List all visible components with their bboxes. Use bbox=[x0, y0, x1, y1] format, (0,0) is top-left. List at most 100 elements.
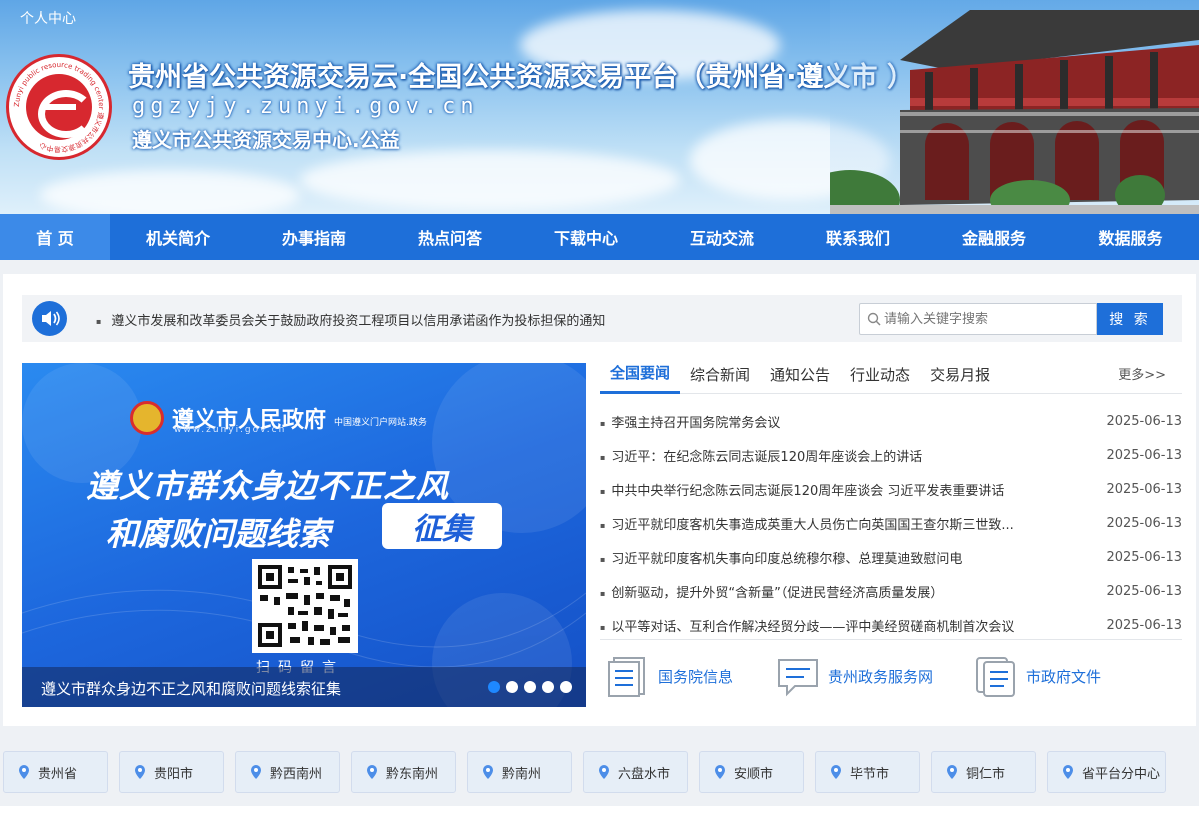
list-item[interactable]: 李强主持召开国务院常务会议 2025-06-13 bbox=[600, 404, 1182, 438]
national-emblem-icon bbox=[130, 401, 164, 435]
search-icon bbox=[867, 312, 881, 326]
gov-url: www.zunyi.gov.cn bbox=[174, 425, 287, 435]
files-icon bbox=[976, 657, 1015, 697]
list-item[interactable]: 中共中央举行纪念陈云同志诞辰120周年座谈会 习近平发表重要讲话 2025-06… bbox=[600, 472, 1182, 506]
carousel-dot[interactable] bbox=[488, 681, 500, 693]
location-pin-icon bbox=[367, 765, 377, 779]
personal-center-link[interactable]: 个人中心 bbox=[20, 8, 76, 28]
quick-link-state-council[interactable]: 国务院信息 bbox=[606, 654, 733, 698]
region-qianxinan[interactable]: 黔西南州 bbox=[235, 751, 340, 793]
nav-item-guide[interactable]: 办事指南 bbox=[246, 214, 382, 260]
list-item[interactable]: 以平等对话、互利合作解决经贸分歧——评中美经贸磋商机制首次会议 2025-06-… bbox=[600, 608, 1182, 642]
more-link[interactable]: 更多>> bbox=[1118, 364, 1166, 383]
news-title[interactable]: 习近平：在纪念陈云同志诞辰120周年座谈会上的讲话 bbox=[600, 446, 922, 465]
carousel-dots bbox=[488, 681, 572, 693]
location-pin-icon bbox=[831, 765, 841, 779]
region-qiandongnan[interactable]: 黔东南州 bbox=[351, 751, 456, 793]
tab-industry[interactable]: 行业动态 bbox=[840, 354, 920, 394]
region-qiannan[interactable]: 黔南州 bbox=[467, 751, 572, 793]
region-label: 黔西南州 bbox=[270, 766, 323, 782]
cloud-decoration bbox=[40, 170, 300, 214]
news-date: 2025-06-13 bbox=[1106, 447, 1182, 463]
region-bijie[interactable]: 毕节市 bbox=[815, 751, 920, 793]
region-anshun[interactable]: 安顺市 bbox=[699, 751, 804, 793]
carousel-dot[interactable] bbox=[542, 681, 554, 693]
tab-general-news[interactable]: 综合新闻 bbox=[680, 354, 760, 394]
main-panel: 遵义市发展和改革委员会关于鼓励政府投资工程项目以信用承诺函作为投标担保的通知 搜… bbox=[3, 274, 1196, 726]
location-pin-icon bbox=[947, 765, 957, 779]
location-pin-icon bbox=[19, 765, 29, 779]
region-liupanshui[interactable]: 六盘水市 bbox=[583, 751, 688, 793]
region-label: 铜仁市 bbox=[966, 766, 1006, 782]
banner-caption[interactable]: 遵义市群众身边不正之风和腐败问题线索征集 bbox=[41, 678, 341, 699]
list-item[interactable]: 创新驱动，提升外贸“含新量”（促进民营经济高质量发展） 2025-06-13 bbox=[600, 574, 1182, 608]
divider bbox=[600, 639, 1182, 640]
news-title[interactable]: 习近平就印度客机失事造成英重大人员伤亡向英国国王查尔斯三世致... bbox=[600, 514, 1013, 533]
news-panel: 全国要闻 综合新闻 通知公告 行业动态 交易月报 更多>> 李强主持召开国务院常… bbox=[600, 354, 1182, 644]
tab-national-news[interactable]: 全国要闻 bbox=[600, 354, 681, 394]
region-provincial-branch[interactable]: 省平台分中心 bbox=[1047, 751, 1166, 793]
notice-bar: 遵义市发展和改革委员会关于鼓励政府投资工程项目以信用承诺函作为投标担保的通知 搜… bbox=[22, 295, 1182, 342]
region-links: 贵州省 贵阳市 黔西南州 黔东南州 黔南州 六盘水市 安顺市 毕节市 铜仁市 省… bbox=[3, 751, 1196, 793]
svg-text:Zunyi public resource trading: Zunyi public resource trading center 遵义市… bbox=[13, 61, 106, 154]
nav-item-home[interactable]: 首 页 bbox=[0, 214, 110, 260]
location-pin-icon bbox=[251, 765, 261, 779]
quick-link-gov-service[interactable]: 贵州政务服务网 bbox=[776, 654, 933, 698]
region-label: 贵阳市 bbox=[154, 766, 194, 782]
news-date: 2025-06-13 bbox=[1106, 413, 1182, 429]
banner-caption-bar: 遵义市群众身边不正之风和腐败问题线索征集 bbox=[22, 667, 586, 707]
site-title: 贵州省公共资源交易云·全国公共资源交易平台（贵州省·遵义市 ） bbox=[128, 62, 914, 93]
carousel-dot[interactable] bbox=[506, 681, 518, 693]
news-list: 李强主持召开国务院常务会议 2025-06-13 习近平：在纪念陈云同志诞辰12… bbox=[600, 404, 1182, 642]
list-item[interactable]: 习近平：在纪念陈云同志诞辰120周年座谈会上的讲话 2025-06-13 bbox=[600, 438, 1182, 472]
chat-icon bbox=[778, 659, 818, 697]
search-input[interactable] bbox=[884, 304, 1094, 334]
speaker-icon[interactable] bbox=[32, 301, 67, 336]
list-item[interactable]: 习近平就印度客机失事造成英重大人员伤亡向英国国王查尔斯三世致... 2025-0… bbox=[600, 506, 1182, 540]
document-icon bbox=[608, 657, 645, 697]
site-logo[interactable]: Zunyi public resource trading center 遵义市… bbox=[6, 54, 112, 160]
gov-tag: 中国遵义门户网站.政务 bbox=[334, 417, 427, 428]
region-guiyang[interactable]: 贵阳市 bbox=[119, 751, 224, 793]
tab-notices[interactable]: 通知公告 bbox=[760, 354, 840, 394]
nav-item-interaction[interactable]: 互动交流 bbox=[654, 214, 790, 260]
carousel-dot[interactable] bbox=[524, 681, 536, 693]
nav-item-faq[interactable]: 热点问答 bbox=[382, 214, 518, 260]
quick-link-label: 国务院信息 bbox=[658, 667, 734, 686]
carousel-dot[interactable] bbox=[560, 681, 572, 693]
news-date: 2025-06-13 bbox=[1106, 583, 1182, 599]
historic-building-image bbox=[830, 0, 1199, 214]
news-title[interactable]: 李强主持召开国务院常务会议 bbox=[600, 412, 780, 431]
tab-monthly-report[interactable]: 交易月报 bbox=[920, 354, 1000, 394]
region-label: 安顺市 bbox=[734, 766, 774, 782]
region-tongren[interactable]: 铜仁市 bbox=[931, 751, 1036, 793]
nav-item-contact[interactable]: 联系我们 bbox=[790, 214, 926, 260]
news-date: 2025-06-13 bbox=[1106, 515, 1182, 531]
banner-badge: 征集 bbox=[382, 503, 502, 549]
list-item[interactable]: 习近平就印度客机失事向印度总统穆尔穆、总理莫迪致慰问电 2025-06-13 bbox=[600, 540, 1182, 574]
nav-item-download[interactable]: 下载中心 bbox=[518, 214, 654, 260]
news-title[interactable]: 中共中央举行纪念陈云同志诞辰120周年座谈会 习近平发表重要讲话 bbox=[600, 480, 1004, 499]
location-pin-icon bbox=[1063, 765, 1073, 779]
quick-links: 国务院信息 贵州政务服务网 市政府文件 bbox=[606, 654, 1182, 704]
news-title[interactable]: 以平等对话、互利合作解决经贸分歧——评中美经贸磋商机制首次会议 bbox=[600, 616, 1014, 635]
location-pin-icon bbox=[483, 765, 493, 779]
news-date: 2025-06-13 bbox=[1106, 481, 1182, 497]
banner-headline-2: 和腐败问题线索 bbox=[106, 515, 331, 553]
search-button[interactable]: 搜 索 bbox=[1097, 303, 1163, 335]
quick-link-city-files[interactable]: 市政府文件 bbox=[974, 654, 1101, 698]
banner-carousel[interactable]: 遵义市人民政府 中国遵义门户网站.政务 www.zunyi.gov.cn 遵义市… bbox=[22, 363, 586, 707]
region-label: 省平台分中心 bbox=[1082, 766, 1161, 782]
region-label: 贵州省 bbox=[38, 766, 78, 782]
nav-item-about[interactable]: 机关简介 bbox=[110, 214, 246, 260]
news-title[interactable]: 习近平就印度客机失事向印度总统穆尔穆、总理莫迪致慰问电 bbox=[600, 548, 962, 567]
nav-item-data[interactable]: 数据服务 bbox=[1062, 214, 1199, 260]
news-title[interactable]: 创新驱动，提升外贸“含新量”（促进民营经济高质量发展） bbox=[600, 582, 943, 601]
site-header: 个人中心 Zunyi public resource trading cente… bbox=[0, 0, 1199, 214]
nav-item-finance[interactable]: 金融服务 bbox=[926, 214, 1062, 260]
region-guizhou[interactable]: 贵州省 bbox=[3, 751, 108, 793]
logo-ring-text: Zunyi public resource trading center 遵义市… bbox=[13, 61, 106, 154]
notice-link[interactable]: 遵义市发展和改革委员会关于鼓励政府投资工程项目以信用承诺函作为投标担保的通知 bbox=[96, 310, 605, 329]
banner-headline-1: 遵义市群众身边不正之风 bbox=[86, 467, 450, 505]
news-date: 2025-06-13 bbox=[1106, 549, 1182, 565]
